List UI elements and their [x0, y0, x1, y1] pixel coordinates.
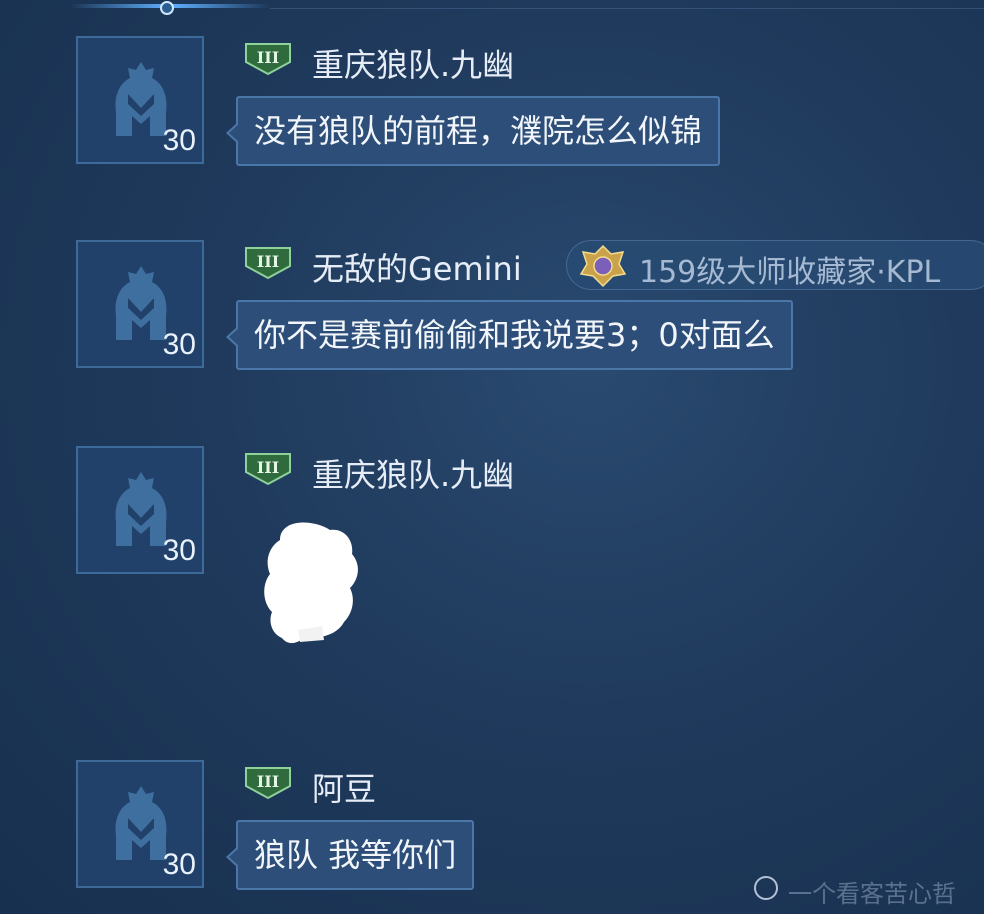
title-badge[interactable]: 159级大师收藏家·KPL — [566, 240, 984, 290]
message-bubble[interactable]: 狼队 我等你们 — [225, 820, 475, 890]
level-label: 30 — [162, 124, 196, 157]
rank-badge-icon: III — [245, 43, 291, 76]
sticker-image[interactable] — [258, 518, 364, 648]
avatar[interactable]: 30 — [76, 240, 204, 368]
message-text: 没有狼队的前程，濮院怎么似锦 — [254, 112, 703, 150]
message-text: 狼队 我等你们 — [254, 836, 457, 874]
sender-name[interactable]: 无敌的Gemini — [312, 244, 522, 290]
rank-badge-icon: III — [245, 453, 291, 486]
divider — [270, 8, 984, 9]
tab-indicator-dot — [160, 1, 174, 15]
svg-text:III: III — [257, 48, 279, 67]
svg-text:III: III — [257, 252, 279, 271]
level-label: 30 — [162, 534, 196, 567]
rank-badge-icon: III — [245, 767, 291, 800]
top-tab-indicator — [0, 0, 984, 15]
master-collector-emblem-icon — [579, 244, 627, 288]
watermark-text: 一个看客苦心哲 — [788, 880, 956, 908]
sender-name[interactable]: 阿豆 — [312, 764, 376, 810]
title-badge-label: 159级大师收藏家·KPL — [639, 255, 941, 290]
svg-text:III: III — [257, 772, 279, 791]
svg-text:III: III — [257, 458, 279, 477]
avatar[interactable]: 30 — [76, 36, 204, 164]
rank-badge-icon: III — [245, 247, 291, 280]
message-bubble[interactable]: 没有狼队的前程，濮院怎么似锦 — [225, 96, 721, 166]
message-text: 你不是赛前偷偷和我说要3；0对面么 — [254, 316, 775, 354]
sender-name[interactable]: 重庆狼队.九幽 — [312, 40, 514, 86]
avatar[interactable]: 30 — [76, 446, 204, 574]
level-label: 30 — [162, 328, 196, 361]
weibo-logo-icon — [754, 876, 778, 900]
avatar[interactable]: 30 — [76, 760, 204, 888]
watermark: 一个看客苦心哲 — [754, 872, 974, 908]
sender-name[interactable]: 重庆狼队.九幽 — [312, 450, 514, 496]
message-bubble[interactable]: 你不是赛前偷偷和我说要3；0对面么 — [226, 300, 793, 370]
level-label: 30 — [162, 848, 196, 881]
